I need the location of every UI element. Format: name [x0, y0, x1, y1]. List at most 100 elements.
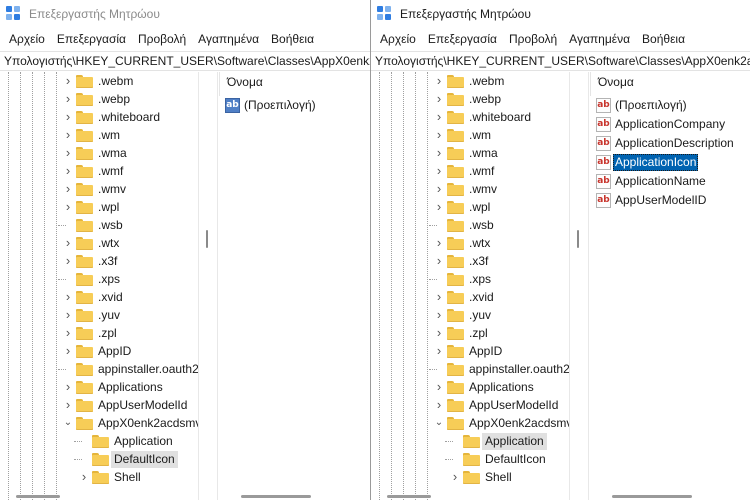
menu-favorites[interactable]: Αγαπημένα: [563, 32, 636, 46]
tree-node[interactable]: › .zpl: [371, 324, 569, 342]
tree-node[interactable]: › .x3f: [0, 252, 198, 270]
tree-node[interactable]: › .xvid: [371, 288, 569, 306]
tree-node-label[interactable]: .wmf: [95, 163, 126, 180]
value-name[interactable]: ApplicationName: [613, 173, 708, 190]
chevron-right-icon[interactable]: ›: [63, 200, 73, 213]
tree-node[interactable]: › .wmv: [371, 180, 569, 198]
tree-node-label[interactable]: .webm: [95, 73, 136, 90]
title-bar[interactable]: Επεξεργαστής Μητρώου: [0, 0, 370, 28]
tree-node[interactable]: › Applications: [0, 378, 198, 396]
tree-node-label[interactable]: AppUserModelId: [466, 397, 561, 414]
chevron-right-icon[interactable]: ›: [450, 470, 460, 483]
tree-node[interactable]: › .yuv: [0, 306, 198, 324]
tree-node[interactable]: › .wtx: [371, 234, 569, 252]
tree-node[interactable]: Application: [371, 432, 569, 450]
chevron-right-icon[interactable]: ›: [63, 128, 73, 141]
chevron-down-icon[interactable]: ⌄: [63, 417, 73, 429]
tree-node[interactable]: › AppUserModelId: [0, 396, 198, 414]
address-bar[interactable]: Υπολογιστής\HKEY_CURRENT_USER\Software\C…: [371, 51, 750, 71]
tree-node-label[interactable]: .wsb: [466, 217, 497, 234]
tree-node-label[interactable]: appinstaller.oauth2: [95, 361, 198, 378]
tree-node-label[interactable]: AppX0enk2acdsmv: [95, 415, 198, 432]
chevron-right-icon[interactable]: ›: [63, 398, 73, 411]
tree-node-label[interactable]: DefaultIcon: [482, 451, 549, 468]
tree-node[interactable]: › .webm: [0, 72, 198, 90]
tree-node[interactable]: › .zpl: [0, 324, 198, 342]
tree-node-label[interactable]: .xvid: [95, 289, 126, 306]
tree-node[interactable]: › .x3f: [371, 252, 569, 270]
chevron-right-icon[interactable]: ›: [63, 92, 73, 105]
tree-node[interactable]: appinstaller.oauth2: [0, 360, 198, 378]
tree-node-label[interactable]: AppID: [95, 343, 134, 360]
tree-node[interactable]: .xps: [0, 270, 198, 288]
tree-node[interactable]: › Shell: [0, 468, 198, 486]
address-bar[interactable]: Υπολογιστής\HKEY_CURRENT_USER\Software\C…: [0, 51, 370, 71]
tree-node[interactable]: › .wmf: [371, 162, 569, 180]
tree-node-label[interactable]: AppX0enk2acdsmv: [466, 415, 569, 432]
chevron-right-icon[interactable]: ›: [434, 344, 444, 357]
tree-node-label[interactable]: .wmv: [95, 181, 129, 198]
chevron-right-icon[interactable]: ›: [63, 182, 73, 195]
tree-node-label[interactable]: .whiteboard: [95, 109, 163, 126]
tree-node-label[interactable]: .wmv: [466, 181, 500, 198]
tree-node[interactable]: ⌄ AppX0enk2acdsmv: [371, 414, 569, 432]
value-name[interactable]: (Προεπιλογή): [242, 97, 318, 114]
tree-node-label[interactable]: Shell: [482, 469, 515, 486]
chevron-right-icon[interactable]: ›: [434, 182, 444, 195]
chevron-right-icon[interactable]: ›: [434, 128, 444, 141]
chevron-right-icon[interactable]: ›: [434, 92, 444, 105]
tree-node[interactable]: › .webp: [371, 90, 569, 108]
tree-node[interactable]: .wsb: [0, 216, 198, 234]
tree-node[interactable]: › .wpl: [0, 198, 198, 216]
tree-node-label[interactable]: .whiteboard: [466, 109, 534, 126]
tree-node[interactable]: › AppUserModelId: [371, 396, 569, 414]
tree-node[interactable]: › .wtx: [0, 234, 198, 252]
tree-horizontal-scrollbar[interactable]: [387, 495, 431, 498]
tree-node-label[interactable]: Application: [111, 433, 176, 450]
menu-file[interactable]: Αρχείο: [374, 32, 422, 46]
tree-node-label[interactable]: AppID: [466, 343, 505, 360]
tree-node-label[interactable]: .wma: [466, 145, 501, 162]
tree-node[interactable]: › .webp: [0, 90, 198, 108]
chevron-right-icon[interactable]: ›: [79, 470, 89, 483]
menu-view[interactable]: Προβολή: [503, 32, 563, 46]
pane-splitter[interactable]: [198, 72, 218, 500]
tree-node-label[interactable]: .yuv: [95, 307, 123, 324]
tree-node[interactable]: DefaultIcon: [0, 450, 198, 468]
tree-node[interactable]: appinstaller.oauth2: [371, 360, 569, 378]
menu-file[interactable]: Αρχείο: [3, 32, 51, 46]
tree-node[interactable]: › .wm: [371, 126, 569, 144]
chevron-right-icon[interactable]: ›: [63, 344, 73, 357]
tree-node[interactable]: › .wmf: [0, 162, 198, 180]
title-bar[interactable]: Επεξεργαστής Μητρώου: [371, 0, 750, 28]
chevron-right-icon[interactable]: ›: [63, 74, 73, 87]
menu-view[interactable]: Προβολή: [132, 32, 192, 46]
chevron-right-icon[interactable]: ›: [434, 200, 444, 213]
chevron-right-icon[interactable]: ›: [63, 308, 73, 321]
tree-node-label[interactable]: .wm: [466, 127, 494, 144]
tree-node[interactable]: .xps: [371, 270, 569, 288]
menu-favorites[interactable]: Αγαπημένα: [192, 32, 265, 46]
chevron-right-icon[interactable]: ›: [63, 380, 73, 393]
value-name[interactable]: ApplicationCompany: [613, 116, 727, 133]
tree-node-label[interactable]: .zpl: [95, 325, 120, 342]
tree-node[interactable]: › .wmv: [0, 180, 198, 198]
tree-node[interactable]: › AppID: [371, 342, 569, 360]
chevron-right-icon[interactable]: ›: [434, 308, 444, 321]
chevron-right-icon[interactable]: ›: [434, 74, 444, 87]
tree-node[interactable]: › .wma: [371, 144, 569, 162]
value-name[interactable]: ApplicationDescription: [613, 135, 736, 152]
tree-node[interactable]: › .wpl: [371, 198, 569, 216]
tree-node-label[interactable]: .xps: [95, 271, 123, 288]
chevron-right-icon[interactable]: ›: [63, 326, 73, 339]
tree-node-label[interactable]: .wtx: [466, 235, 493, 252]
tree-node-label[interactable]: DefaultIcon: [111, 451, 178, 468]
tree-node[interactable]: DefaultIcon: [371, 450, 569, 468]
chevron-right-icon[interactable]: ›: [63, 236, 73, 249]
tree-node-label[interactable]: .webm: [466, 73, 507, 90]
tree-node-label[interactable]: Applications: [466, 379, 537, 396]
tree-node[interactable]: › .webm: [371, 72, 569, 90]
tree-node[interactable]: › Applications: [371, 378, 569, 396]
chevron-right-icon[interactable]: ›: [434, 254, 444, 267]
value-name[interactable]: ApplicationIcon: [613, 154, 699, 171]
